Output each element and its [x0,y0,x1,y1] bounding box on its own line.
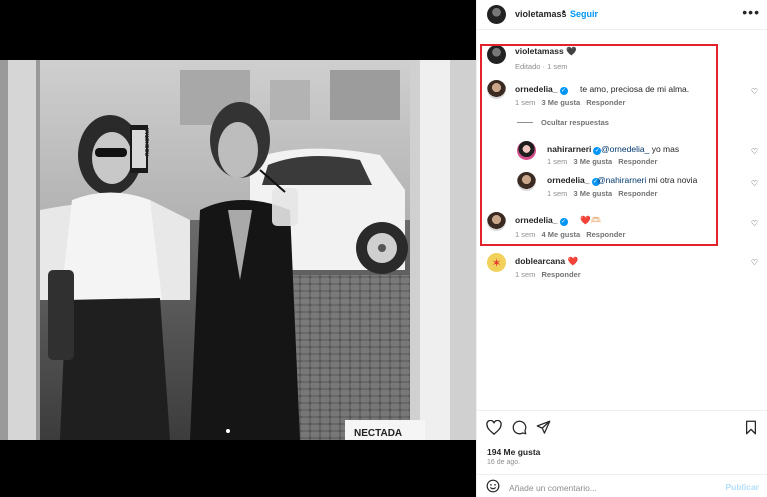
sign-text: NECTADA [354,428,402,439]
post-header: violetamass • Seguir ••• [477,0,767,30]
carousel-indicator [226,429,230,433]
action-bar [477,410,767,446]
paper-plane-icon[interactable] [536,420,551,437]
small-heart-icon[interactable]: ♡ [751,147,758,156]
comment-text: ❤️ [567,256,579,266]
author-username[interactable]: violetamass [515,9,567,19]
comment-input[interactable] [509,481,709,494]
mirror-selfie-photo: NECTADA ROCKSTAR [0,60,476,440]
bookmark-icon[interactable] [745,420,757,437]
comment-meta: 1 sem Responder [515,270,581,279]
follow-button[interactable]: Seguir [570,9,598,19]
likes-count[interactable]: 194 Me gusta [487,447,540,457]
separator-dot: • [562,7,566,18]
post-photo[interactable]: NECTADA ROCKSTAR [0,60,476,440]
post-details-panel: violetamass • Seguir ••• violetamass 🖤 E… [476,0,767,497]
smiley-icon[interactable] [486,479,500,495]
small-heart-icon[interactable]: ♡ [751,258,758,267]
publish-button[interactable]: Publicar [725,482,759,492]
can-label: ROCKSTAR [145,128,151,156]
commenter-avatar[interactable]: ✶ [487,253,506,272]
comment-username[interactable]: doblearcana ❤️ [515,256,578,267]
small-heart-icon[interactable]: ♡ [751,87,758,96]
post-media: NECTADA ROCKSTAR [0,0,476,497]
heart-icon[interactable] [486,419,502,437]
highlight-box [480,44,718,246]
author-avatar[interactable] [487,5,506,24]
small-heart-icon[interactable]: ♡ [751,179,758,188]
post-date: 16 de ago. [487,459,521,466]
add-comment-bar: Publicar [477,474,767,497]
more-options-icon[interactable]: ••• [742,4,760,20]
reply-button[interactable]: Responder [541,270,580,279]
comment-bubble-icon[interactable] [512,420,527,437]
small-heart-icon[interactable]: ♡ [751,219,758,228]
